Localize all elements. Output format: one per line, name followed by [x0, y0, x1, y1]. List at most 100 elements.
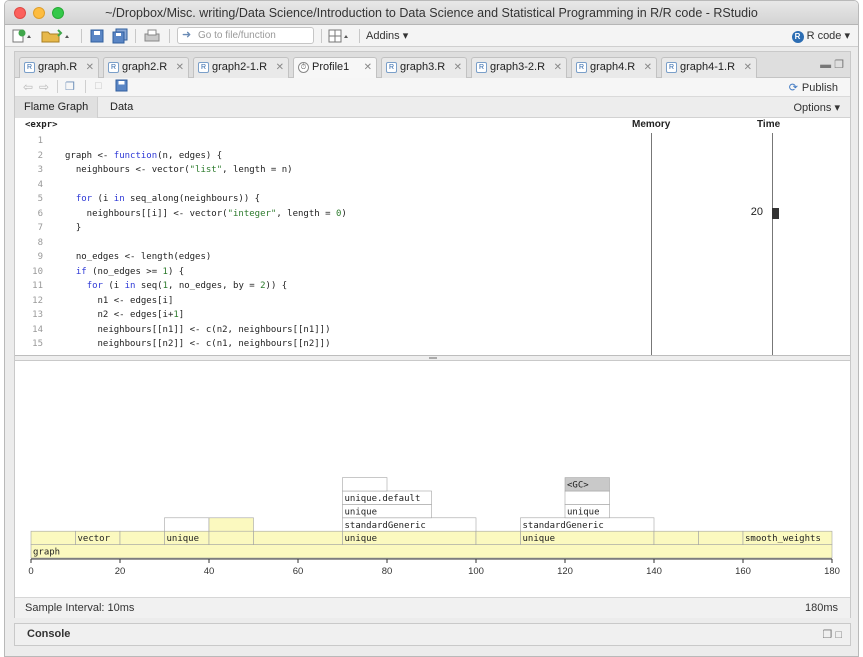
- x-tick-label: 0: [28, 566, 33, 577]
- flame-frame[interactable]: [564, 490, 610, 505]
- console-pane[interactable]: Console ❐ □: [14, 623, 851, 646]
- open-file-icon[interactable]: □: [95, 80, 102, 92]
- maximize-pane-icon[interactable]: ❐: [834, 59, 844, 71]
- tab-data[interactable]: Data: [101, 97, 142, 118]
- flame-frame[interactable]: [164, 517, 210, 532]
- close-tab-icon[interactable]: ✕: [644, 58, 652, 77]
- grid-layout-icon[interactable]: [327, 28, 355, 44]
- addins-menu[interactable]: Addins ▾: [366, 29, 408, 42]
- flame-frame-box[interactable]: [119, 530, 165, 545]
- save-icon[interactable]: [89, 28, 105, 44]
- minimize-pane-icon[interactable]: ▬: [820, 59, 831, 71]
- close-tab-icon[interactable]: ✕: [554, 58, 562, 77]
- flame-frame-box[interactable]: [208, 517, 254, 532]
- flame-frame[interactable]: [342, 477, 388, 492]
- forward-arrow-icon[interactable]: ⇨: [39, 80, 49, 94]
- flame-frame-box[interactable]: [253, 530, 343, 545]
- x-tick-label: 160: [735, 566, 751, 577]
- flame-frame[interactable]: graph: [30, 544, 833, 559]
- line-number: 2: [37, 150, 43, 161]
- flame-frame[interactable]: smooth_weights: [742, 530, 833, 545]
- r-file-icon: R: [576, 62, 587, 73]
- code-line: 9 no_edges <- length(edges): [15, 250, 651, 265]
- tab-flame-graph[interactable]: Flame Graph: [15, 97, 99, 118]
- code-text: n2 <- edges[i+1]: [65, 310, 185, 320]
- close-tab-icon[interactable]: ✕: [86, 58, 94, 77]
- line-number: 14: [32, 324, 43, 335]
- code-line: 11 for (i in seq(1, no_edges, by = 2)) {: [15, 279, 651, 294]
- r-file-icon: R: [24, 62, 35, 73]
- tab-graph-r[interactable]: R graph.R ✕: [19, 57, 99, 78]
- code-line: 14 neighbours[[n1]] <- c(n2, neighbours[…: [15, 323, 651, 338]
- line-number: 9: [37, 252, 43, 262]
- flame-frame[interactable]: [653, 530, 699, 545]
- publish-button[interactable]: ⟳ Publish: [789, 81, 838, 94]
- memory-column-header: Memory: [632, 119, 671, 130]
- code-line: 4: [15, 178, 651, 193]
- line-number: 15: [32, 339, 43, 349]
- tab-graph2-r[interactable]: R graph2.R ✕: [103, 57, 189, 78]
- flame-frame[interactable]: [119, 530, 165, 545]
- x-tick-label: 20: [115, 566, 126, 577]
- flame-frame[interactable]: unique: [342, 504, 432, 519]
- flame-frame-box[interactable]: [342, 477, 388, 492]
- flame-frame[interactable]: [698, 530, 744, 545]
- tab-label: graph3-2.R: [490, 61, 546, 73]
- flame-frame[interactable]: unique: [164, 530, 210, 545]
- flame-frame[interactable]: unique: [520, 530, 655, 545]
- tab-graph2-1-r[interactable]: R graph2-1.R ✕: [193, 57, 289, 78]
- chevron-down-icon: ▾: [831, 102, 840, 114]
- restore-pane-icon[interactable]: ❐: [822, 629, 832, 641]
- tab-graph3-2-r[interactable]: R graph3-2.R ✕: [471, 57, 567, 78]
- time-value: 20: [750, 206, 763, 218]
- flame-frame-box[interactable]: [698, 530, 744, 545]
- memory-column-divider: [651, 133, 652, 355]
- tab-graph4-r[interactable]: R graph4.R ✕: [571, 57, 657, 78]
- flame-frame[interactable]: [208, 517, 254, 532]
- tab-profile1[interactable]: ⏱ Profile1 ✕: [293, 57, 377, 79]
- close-tab-icon[interactable]: ✕: [276, 58, 284, 77]
- close-tab-icon[interactable]: ✕: [454, 58, 462, 77]
- open-project-icon[interactable]: [39, 28, 75, 44]
- go-to-file-input[interactable]: ➜ Go to file/function: [177, 27, 314, 44]
- flame-frame[interactable]: [253, 530, 343, 545]
- r-file-icon: R: [666, 62, 677, 73]
- print-icon[interactable]: [143, 28, 161, 44]
- tab-graph3-r[interactable]: R graph3.R ✕: [381, 57, 467, 78]
- pane-splitter[interactable]: [15, 356, 850, 361]
- toolbar-divider: [81, 29, 82, 43]
- flame-frame[interactable]: [30, 530, 76, 545]
- flame-frame-box[interactable]: [30, 530, 76, 545]
- flame-frame-box[interactable]: [475, 530, 521, 545]
- flame-frame[interactable]: unique.default: [342, 490, 432, 505]
- flame-frame[interactable]: standardGeneric: [520, 517, 655, 532]
- flame-frame[interactable]: unique: [342, 530, 477, 545]
- save-profile-icon[interactable]: [115, 79, 128, 95]
- show-in-window-icon[interactable]: ❐: [65, 80, 75, 93]
- flame-frame-box[interactable]: [30, 544, 833, 559]
- back-arrow-icon[interactable]: ⇦: [23, 80, 33, 94]
- flame-frame-box[interactable]: [164, 517, 210, 532]
- maximize-pane-icon[interactable]: □: [835, 629, 842, 641]
- flame-frame[interactable]: <GC>: [564, 477, 610, 492]
- options-menu[interactable]: Options ▾: [794, 101, 841, 114]
- tab-graph4-1-r[interactable]: R graph4-1.R ✕: [661, 57, 757, 78]
- project-menu[interactable]: RR code ▾: [791, 29, 850, 43]
- flame-frame-label: standardGeneric: [345, 521, 426, 531]
- main-toolbar: ➜ Go to file/function Addins ▾ RR code ▾: [5, 25, 858, 47]
- flame-frame[interactable]: unique: [564, 504, 610, 519]
- profile-table-header: <expr> Memory Time: [15, 118, 850, 133]
- close-tab-icon[interactable]: ✕: [364, 58, 372, 77]
- flame-frame-box[interactable]: [653, 530, 699, 545]
- close-tab-icon[interactable]: ✕: [744, 58, 752, 77]
- flame-frame-box[interactable]: [208, 530, 254, 545]
- flame-frame[interactable]: [208, 530, 254, 545]
- new-file-icon[interactable]: [11, 28, 33, 44]
- close-tab-icon[interactable]: ✕: [176, 58, 184, 77]
- flame-frame-box[interactable]: [564, 490, 610, 505]
- save-all-icon[interactable]: [111, 28, 129, 44]
- toolbar-divider: [85, 80, 86, 93]
- flame-frame[interactable]: vector: [75, 530, 121, 545]
- flame-frame[interactable]: [475, 530, 521, 545]
- flame-frame[interactable]: standardGeneric: [342, 517, 477, 532]
